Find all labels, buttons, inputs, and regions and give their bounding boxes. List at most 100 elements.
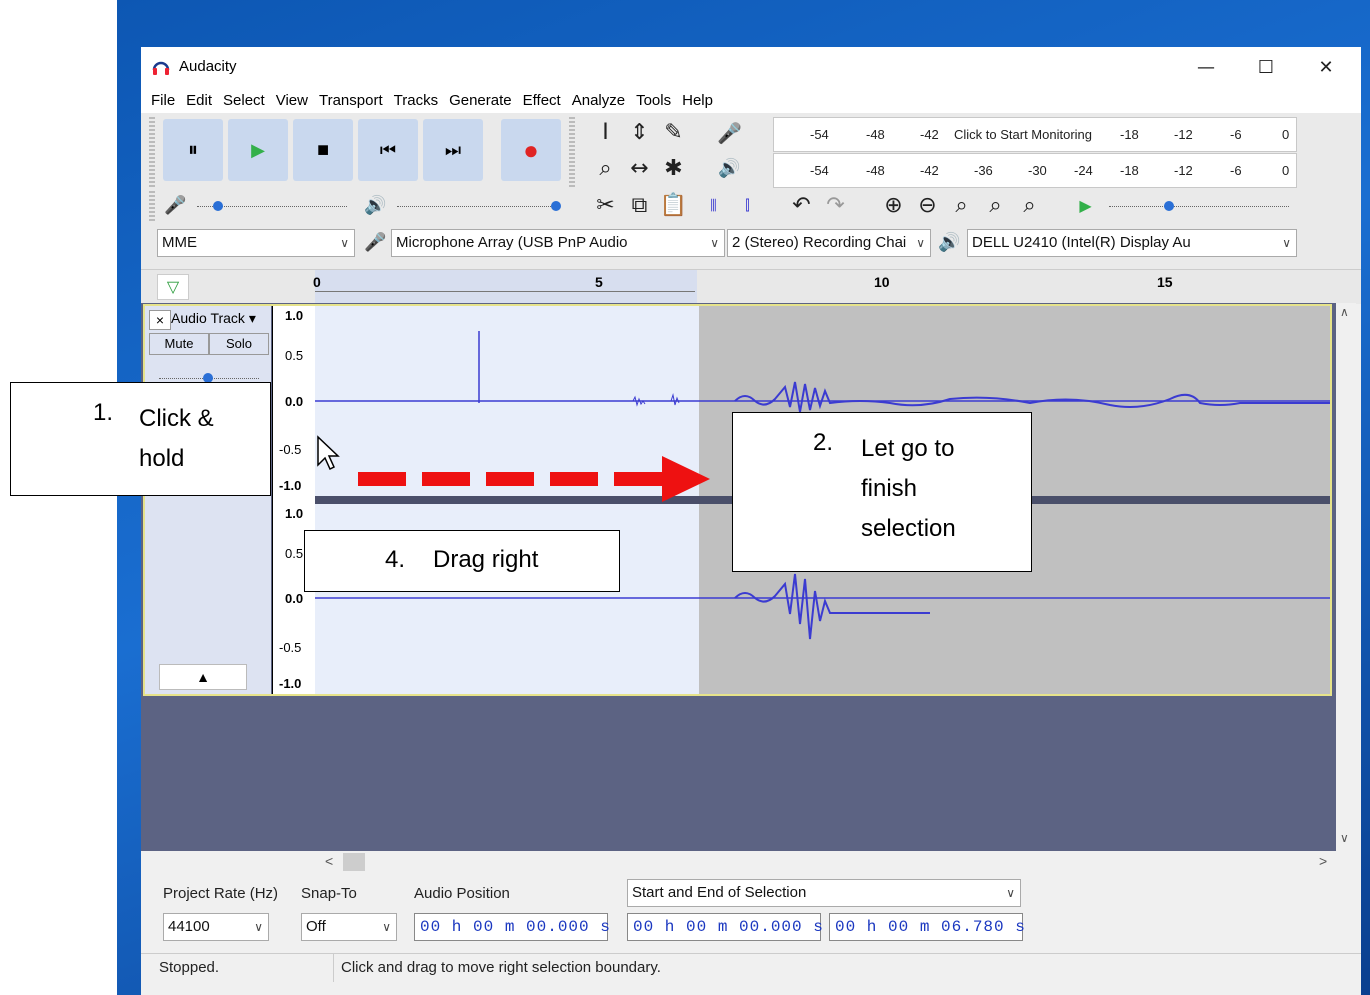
toolbar-area: ⏸ ▶ ■ ⏮ ⏭ ● I ⇕ ✎ ⌕ ↔ ✱ 🎤 🔊 -54 -48 -42 … xyxy=(141,113,1361,269)
fit-project-icon[interactable]: ⌕ xyxy=(979,189,1012,222)
recording-channels-value: 2 (Stereo) Recording Chai xyxy=(732,234,907,251)
menu-generate[interactable]: Generate xyxy=(448,92,513,109)
trim-icon[interactable]: ⫼ xyxy=(697,189,730,222)
audio-host-select[interactable]: MME ∨ xyxy=(157,229,355,257)
menu-tracks[interactable]: Tracks xyxy=(393,92,439,109)
selection-start-field[interactable]: 00 h 00 m 00.000 s xyxy=(627,913,823,941)
recording-device-mic-icon: 🎤 xyxy=(364,232,387,253)
timeshift-tool-icon[interactable]: ↔ xyxy=(623,152,656,185)
menu-edit[interactable]: Edit xyxy=(185,92,213,109)
menu-file[interactable]: File xyxy=(150,92,176,109)
scroll-right-icon[interactable]: > xyxy=(1319,853,1327,869)
ruler-selection-highlight xyxy=(315,270,697,304)
status-message: Click and drag to move right selection b… xyxy=(341,959,661,976)
track-name-menu[interactable]: Audio Track ▾ xyxy=(171,310,267,328)
cut-icon[interactable]: ✂ xyxy=(589,189,622,222)
playback-meter-speaker-icon[interactable]: 🔊 xyxy=(713,152,746,185)
tools-grip[interactable] xyxy=(569,117,575,187)
skip-to-start-button[interactable]: ⏮ xyxy=(358,119,418,181)
menu-help[interactable]: Help xyxy=(681,92,714,109)
play-at-speed-icon[interactable]: ▶ xyxy=(1069,189,1102,222)
close-button[interactable]: ✕ xyxy=(1297,47,1355,87)
timeline-ruler[interactable]: ▽ 0 5 10 15 xyxy=(141,269,1361,304)
ruler-tick: 5 xyxy=(595,274,603,290)
silence-icon[interactable]: ⫿ xyxy=(731,189,764,222)
scroll-left-icon[interactable]: < xyxy=(325,853,333,869)
scroll-up-icon[interactable]: ∧ xyxy=(1340,305,1349,319)
recording-device-select[interactable]: Microphone Array (USB PnP Audio ∨ xyxy=(391,229,725,257)
record-button[interactable]: ● xyxy=(501,119,561,181)
ruler-selection-line xyxy=(315,291,695,292)
record-volume-thumb[interactable] xyxy=(213,201,223,211)
skip-to-end-button[interactable]: ⏭ xyxy=(423,119,483,181)
record-meter-mic-icon[interactable]: 🎤 xyxy=(713,116,746,149)
zoom-in-icon[interactable]: ⊕ xyxy=(877,189,910,222)
menu-effect[interactable]: Effect xyxy=(522,92,562,109)
multi-tool-icon[interactable]: ✱ xyxy=(657,152,690,185)
vertical-scrollbar[interactable]: ∧ ∨ xyxy=(1336,303,1356,851)
undo-icon[interactable]: ↶ xyxy=(785,189,818,222)
maximize-button[interactable]: ☐ xyxy=(1237,47,1295,87)
menu-transport[interactable]: Transport xyxy=(318,92,384,109)
playback-device-select[interactable]: DELL U2410 (Intel(R) Display Au ∨ xyxy=(967,229,1297,257)
zoom-tool-icon[interactable]: ⌕ xyxy=(589,152,622,185)
menu-view[interactable]: View xyxy=(275,92,309,109)
audio-position-field[interactable]: 00 h 00 m 00.000 s xyxy=(414,913,610,941)
track-close-button[interactable]: × xyxy=(149,310,171,330)
chevron-down-icon: ∨ xyxy=(382,920,391,934)
record-meter[interactable]: -54 -48 -42 Click to Start Monitoring -1… xyxy=(773,117,1297,152)
selection-tool-icon[interactable]: I xyxy=(589,116,622,149)
draw-tool-icon[interactable]: ✎ xyxy=(657,116,690,149)
redo-icon[interactable]: ↷ xyxy=(819,189,852,222)
callout-let-go: 2. Let go to finish selection xyxy=(732,412,1032,572)
vertical-scale[interactable]: 1.0 0.5 0.0 -0.5 -1.0 1.0 0.5 0.0 -0.5 -… xyxy=(272,306,315,694)
scroll-down-icon[interactable]: ∨ xyxy=(1340,831,1349,845)
pause-button[interactable]: ⏸ xyxy=(163,119,223,181)
menu-select[interactable]: Select xyxy=(222,92,266,109)
project-rate-select[interactable]: 44100 ∨ xyxy=(163,913,269,941)
zoom-out-icon[interactable]: ⊖ xyxy=(911,189,944,222)
drag-direction-arrow-icon xyxy=(358,456,710,502)
meter-tick: -36 xyxy=(974,163,993,178)
meter-tick: -42 xyxy=(920,163,939,178)
chevron-down-icon: ∨ xyxy=(710,236,719,250)
selection-format-select[interactable]: Start and End of Selection ∨ xyxy=(627,879,1021,907)
paste-icon[interactable]: 📋 xyxy=(657,189,690,222)
mixer-grip[interactable] xyxy=(149,191,155,221)
snap-to-select[interactable]: Off ∨ xyxy=(301,913,397,941)
title-bar: Audacity — ☐ ✕ xyxy=(141,47,1361,87)
timeline-options-triangle-icon[interactable]: ▽ xyxy=(157,274,189,300)
selection-end-field[interactable]: 00 h 00 m 06.780 s xyxy=(829,913,1025,941)
ruler-tick: 0 xyxy=(313,274,321,290)
ruler-tick: 15 xyxy=(1157,274,1173,290)
copy-icon[interactable]: ⧉ xyxy=(623,189,656,222)
track-control-panel[interactable]: × Audio Track ▾ Mute Solo ▲ xyxy=(145,306,271,694)
solo-button[interactable]: Solo xyxy=(209,333,269,355)
headphones-icon xyxy=(152,61,170,75)
minimize-button[interactable]: — xyxy=(1177,47,1235,87)
play-speed-slider[interactable] xyxy=(1109,206,1289,207)
scale-label: -1.0 xyxy=(279,478,302,493)
skip-start-icon: ⏮ xyxy=(379,139,397,160)
play-button[interactable]: ▶ xyxy=(228,119,288,181)
meter-tick: -24 xyxy=(1074,163,1093,178)
horizontal-scroll-thumb[interactable] xyxy=(343,853,365,871)
zoom-toggle-icon[interactable]: ⌕ xyxy=(1013,189,1046,222)
toolbar-grip[interactable] xyxy=(149,117,155,187)
playback-volume-slider[interactable] xyxy=(397,206,557,207)
meter-tick: -48 xyxy=(866,163,885,178)
playback-meter[interactable]: -54 -48 -42 -36 -30 -24 -18 -12 -6 0 xyxy=(773,153,1297,188)
play-speed-thumb[interactable] xyxy=(1164,201,1174,211)
envelope-tool-icon[interactable]: ⇕ xyxy=(623,116,656,149)
menu-tools[interactable]: Tools xyxy=(635,92,672,109)
scale-label: -0.5 xyxy=(279,640,302,655)
mute-button[interactable]: Mute xyxy=(149,333,209,355)
recording-channels-select[interactable]: 2 (Stereo) Recording Chai ∨ xyxy=(727,229,931,257)
stop-button[interactable]: ■ xyxy=(293,119,353,181)
start-monitoring-label[interactable]: Click to Start Monitoring xyxy=(954,127,1092,142)
fit-selection-icon[interactable]: ⌕ xyxy=(945,189,978,222)
horizontal-scrollbar[interactable]: < > xyxy=(141,851,1361,873)
playback-volume-thumb[interactable] xyxy=(551,201,561,211)
menu-analyze[interactable]: Analyze xyxy=(571,92,626,109)
collapse-track-button[interactable]: ▲ xyxy=(159,664,247,690)
